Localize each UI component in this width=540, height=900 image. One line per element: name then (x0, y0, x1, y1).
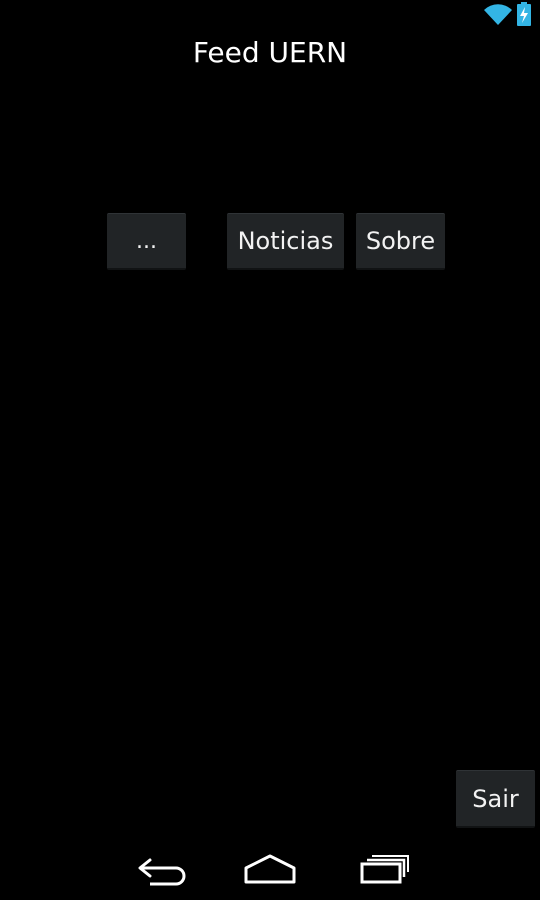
home-icon[interactable] (240, 846, 300, 890)
exit-button[interactable]: Sair (456, 770, 535, 828)
app-title: Feed UERN (192, 36, 348, 69)
about-button[interactable]: Sobre (356, 213, 445, 270)
more-button[interactable]: ... (107, 213, 186, 270)
status-bar (0, 0, 540, 30)
battery-charging-icon (517, 2, 531, 26)
back-icon[interactable] (128, 846, 188, 890)
news-button[interactable]: Noticias (227, 213, 344, 270)
navigation-bar (0, 836, 540, 900)
recent-apps-icon[interactable] (354, 846, 414, 890)
app-screen: Feed UERN ... Noticias Sobre Sair (0, 0, 540, 900)
wifi-icon (484, 4, 512, 25)
